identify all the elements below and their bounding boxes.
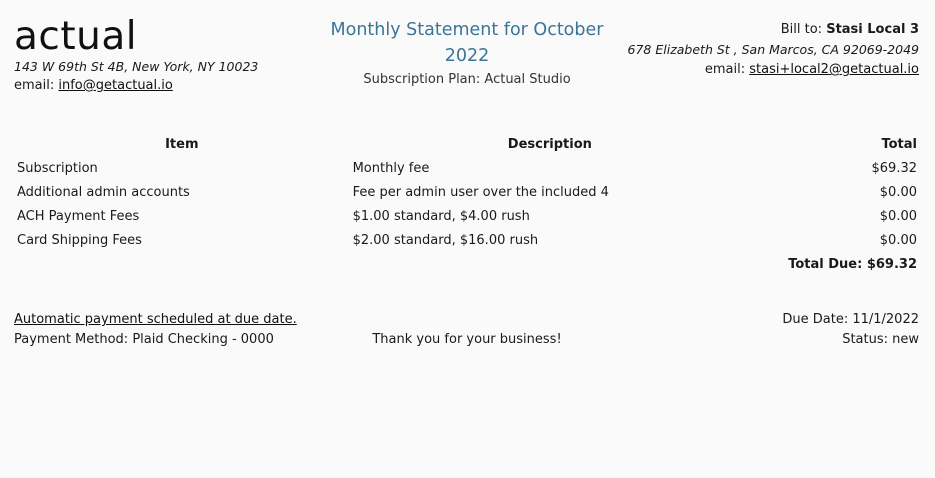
- row-item: ACH Payment Fees: [17, 208, 140, 224]
- statement-title: Monthly Statement for October 2022: [330, 20, 604, 66]
- payment-info: Automatic payment scheduled at due date.…: [14, 310, 297, 350]
- due-info: Due Date: 11/1/2022 Status: new: [782, 310, 919, 350]
- column-header-description: Description: [507, 136, 592, 152]
- company-address: 143 W 69th St 4B, New York, NY 10023: [14, 59, 259, 74]
- autopay-link[interactable]: Automatic payment scheduled at due date.: [14, 312, 297, 327]
- table-row: Additional admin accounts Fee per admin …: [14, 180, 920, 204]
- bill-to-email-line: email: stasi+local2@getactual.io: [619, 60, 919, 80]
- company-email-link[interactable]: info@getactual.io: [58, 78, 172, 93]
- total-due-row: Total Due: $69.32: [14, 252, 920, 276]
- column-header-item: Item: [165, 136, 199, 152]
- row-total: $69.32: [871, 160, 918, 176]
- table-row: ACH Payment Fees $1.00 standard, $4.00 r…: [14, 204, 920, 228]
- company-email-label: email:: [14, 78, 55, 93]
- bill-to-line: Bill to: Stasi Local 3: [619, 20, 919, 40]
- autopay-line: Automatic payment scheduled at due date.: [14, 310, 297, 330]
- row-description: $1.00 standard, $4.00 rush: [352, 208, 530, 224]
- row-total: $0.00: [879, 208, 917, 224]
- total-due: Total Due: $69.32: [788, 256, 917, 272]
- thank-you-note: Thank you for your business!: [317, 330, 617, 350]
- bill-to-email-link[interactable]: stasi+local2@getactual.io: [749, 62, 919, 77]
- row-item: Additional admin accounts: [17, 184, 190, 200]
- row-description: Fee per admin user over the included 4: [352, 184, 609, 200]
- column-header-total: Total: [881, 136, 917, 152]
- thank-you-text: Thank you for your business!: [372, 332, 562, 347]
- bill-to-name: Stasi Local 3: [826, 22, 919, 37]
- row-total: $0.00: [879, 184, 917, 200]
- line-items-table: Item Description Total Subscription Mont…: [14, 132, 920, 276]
- bill-to-info: Bill to: Stasi Local 3 678 Elizabeth St …: [619, 20, 919, 80]
- bill-to-email-label: email:: [704, 62, 746, 77]
- bill-to-address: 678 Elizabeth St , San Marcos, CA 92069-…: [627, 42, 919, 57]
- table-header-row: Item Description Total: [14, 132, 920, 156]
- payment-status: Status: new: [842, 332, 919, 347]
- company-logo: actual: [14, 14, 138, 59]
- bill-to-label: Bill to:: [780, 22, 823, 37]
- table-row: Card Shipping Fees $2.00 standard, $16.0…: [14, 228, 920, 252]
- statement-header: actual 143 W 69th St 4B, New York, NY 10…: [0, 0, 935, 110]
- row-total: $0.00: [879, 232, 917, 248]
- row-item: Card Shipping Fees: [17, 232, 142, 248]
- row-description: Monthly fee: [352, 160, 430, 176]
- row-description: $2.00 standard, $16.00 rush: [352, 232, 539, 248]
- company-info: actual 143 W 69th St 4B, New York, NY 10…: [14, 14, 314, 96]
- statement-info: Monthly Statement for October 2022 Subsc…: [317, 17, 617, 90]
- subscription-plan: Subscription Plan: Actual Studio: [363, 72, 571, 87]
- company-email-line: email: info@getactual.io: [14, 76, 314, 96]
- table-row: Subscription Monthly fee $69.32: [14, 156, 920, 180]
- row-item: Subscription: [17, 160, 98, 176]
- payment-method: Payment Method: Plaid Checking - 0000: [14, 332, 274, 347]
- due-date: Due Date: 11/1/2022: [782, 312, 919, 327]
